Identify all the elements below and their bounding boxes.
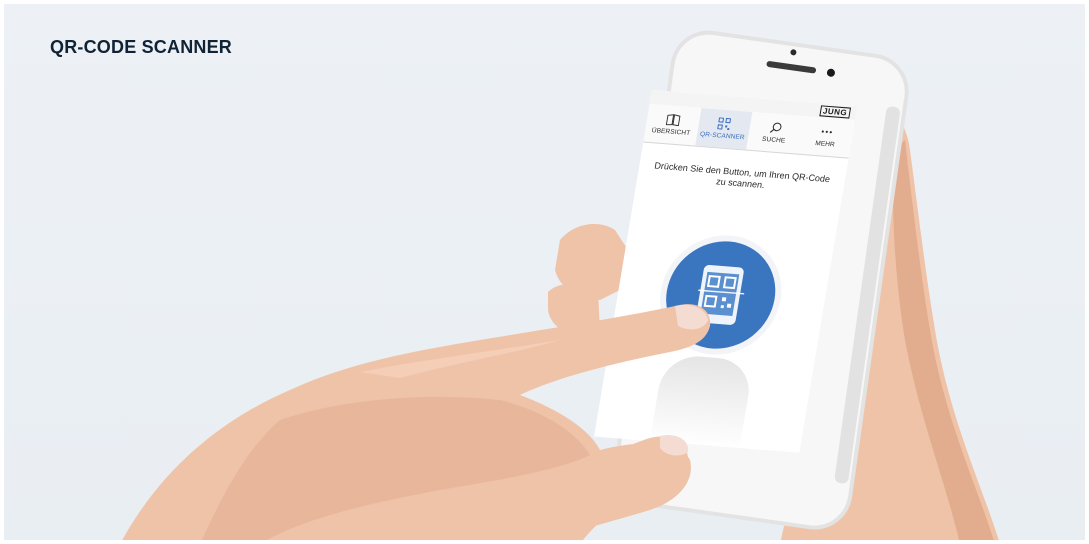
page-title: QR-CODE SCANNER [50,37,233,57]
pointing-hand-illustration [120,304,711,544]
hero-image-frame: QR-CODE SCANNER JUNG ÜBERSICHT QR-SCANNE… [0,0,1089,544]
index-finger-nail [675,304,708,330]
